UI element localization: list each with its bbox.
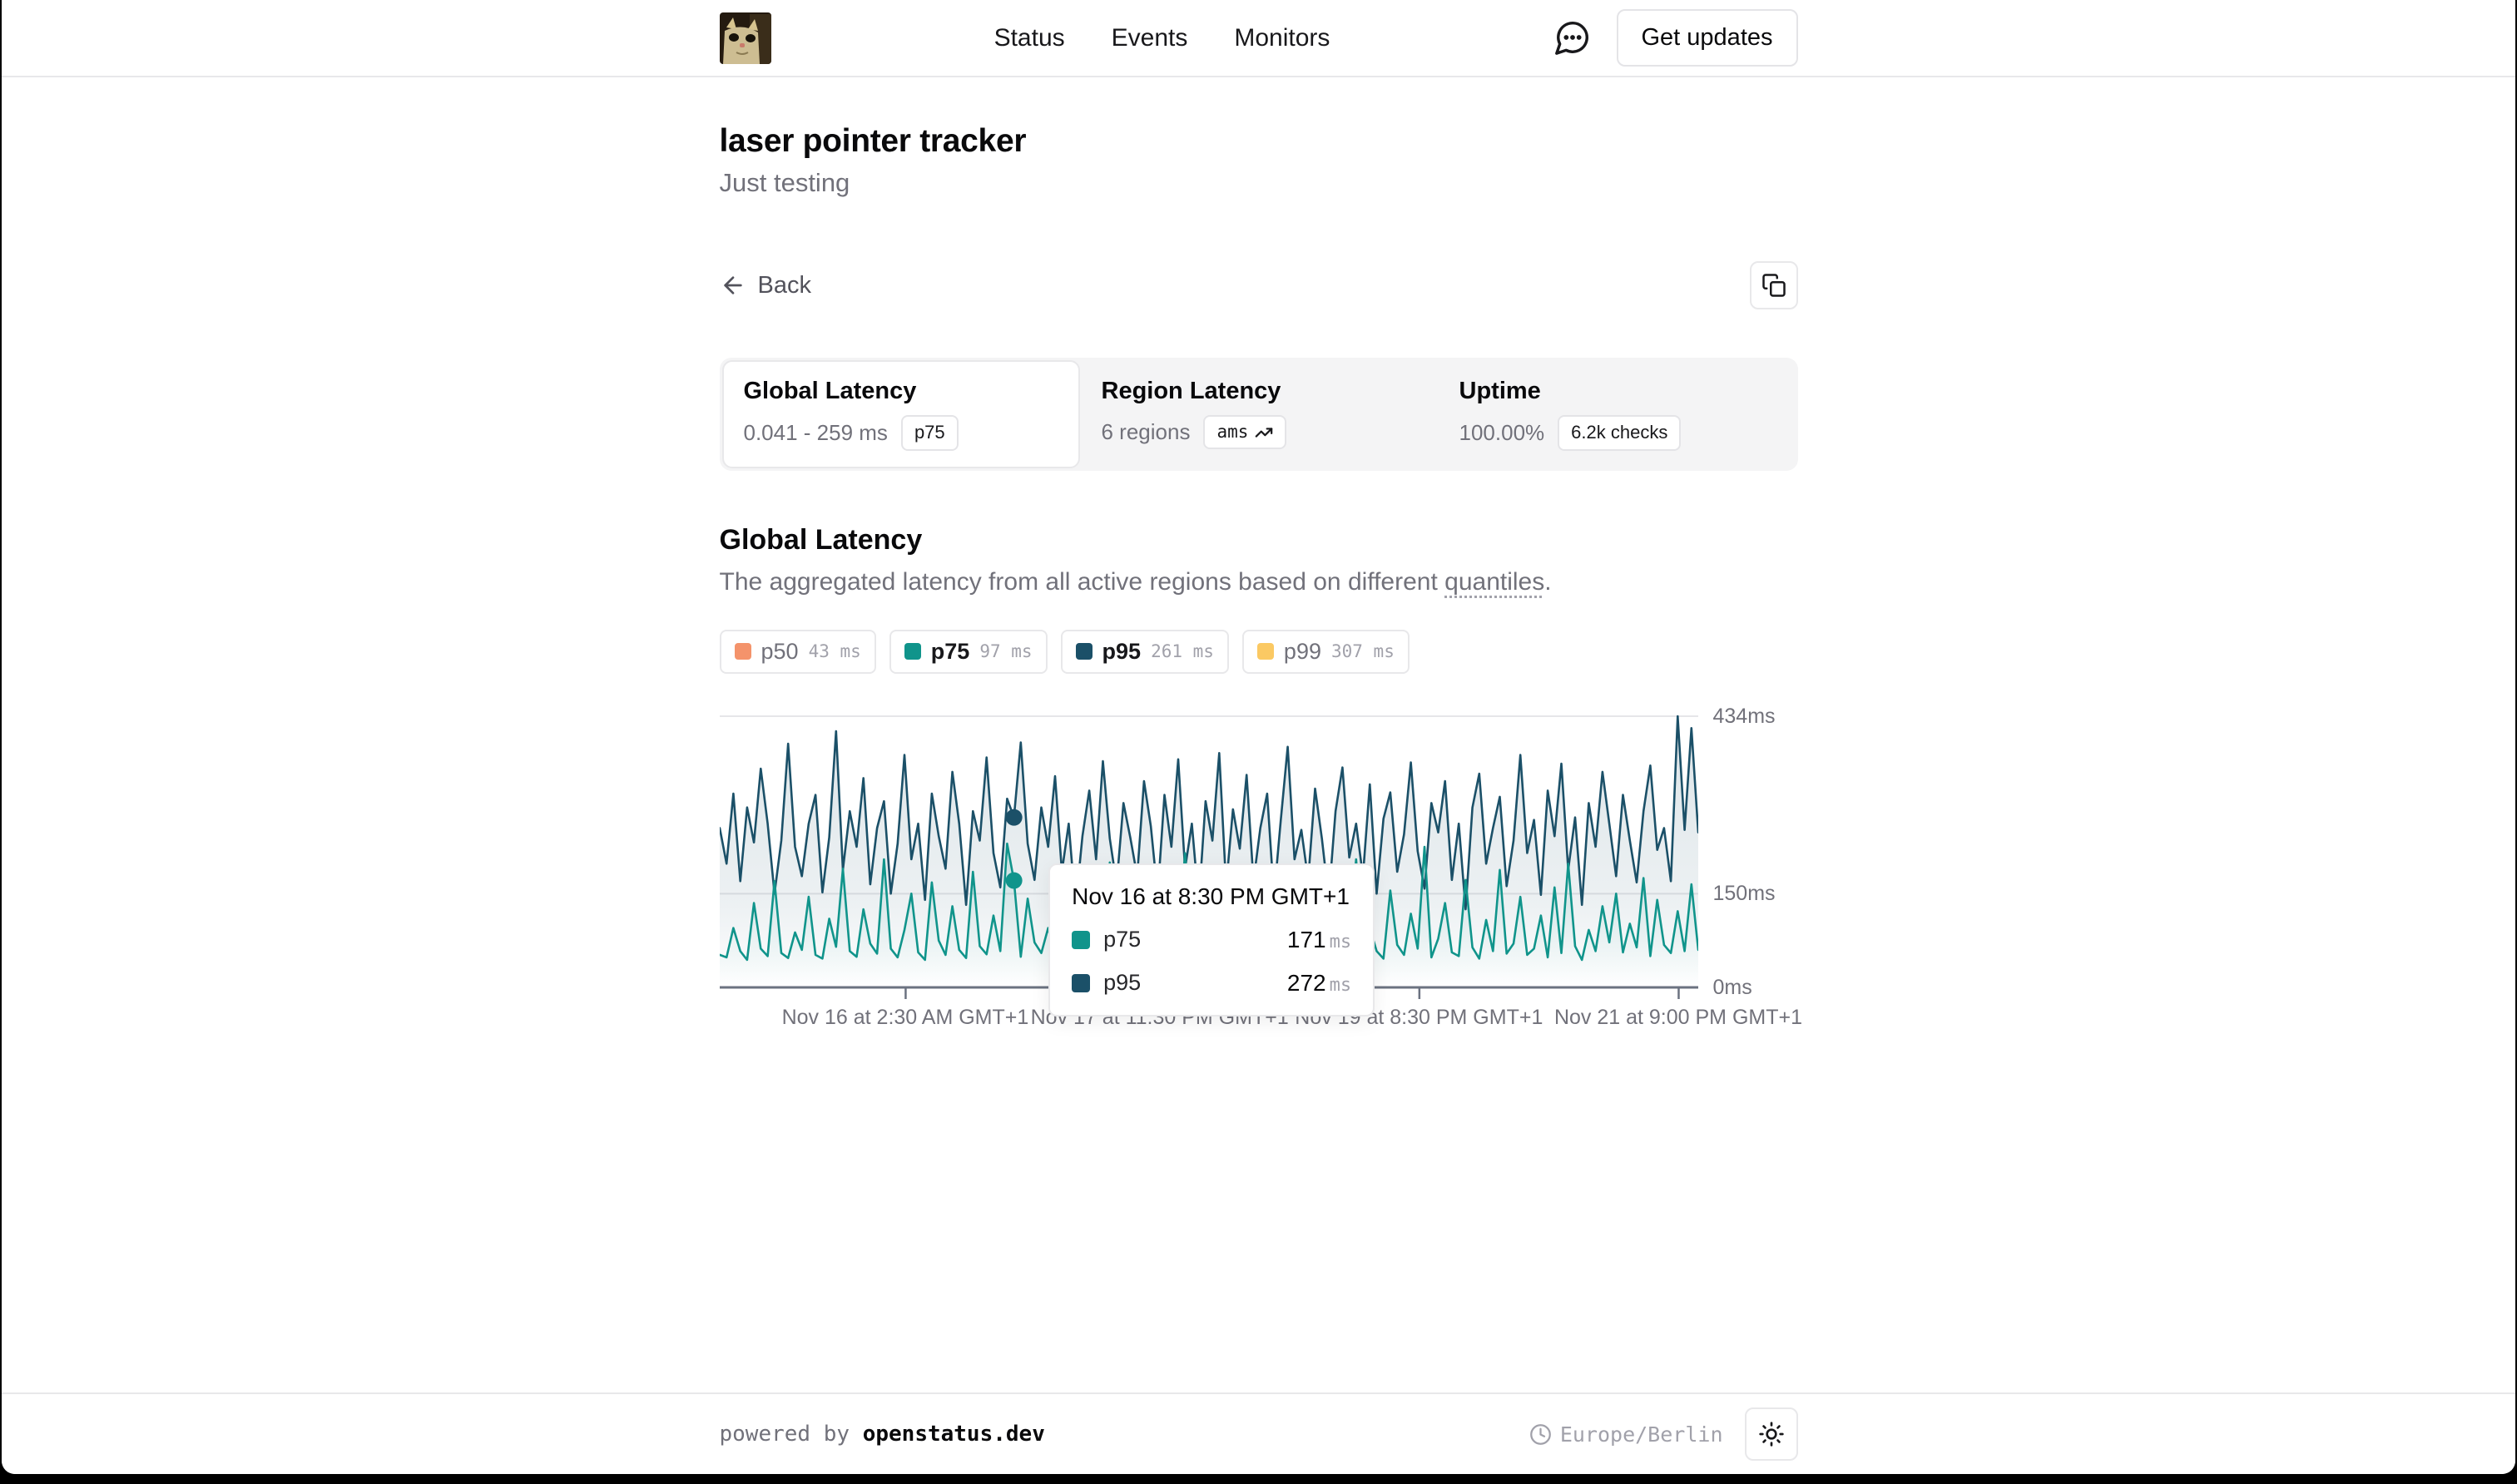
nav-link-monitors[interactable]: Monitors (1234, 24, 1330, 52)
copy-icon (1761, 273, 1786, 298)
arrow-left-icon (720, 272, 746, 299)
tooltip-row-p95: p95 272ms (1072, 970, 1351, 997)
legend-item-p50[interactable]: p50 43 ms (720, 630, 876, 674)
region-chip[interactable]: ams (1203, 415, 1286, 449)
x-axis-label: Nov 16 at 2:30 AM GMT+1 (782, 1006, 1029, 1030)
feedback-button[interactable] (1553, 18, 1592, 57)
timezone-display: Europe/Berlin (1529, 1422, 1723, 1447)
legend-item-p99[interactable]: p99 307 ms (1242, 630, 1410, 674)
tooltip-p75-swatch (1072, 931, 1090, 949)
card-title: Region Latency (1102, 378, 1416, 405)
get-updates-button[interactable]: Get updates (1617, 9, 1798, 67)
nav-link-status[interactable]: Status (994, 24, 1065, 52)
top-nav: Status Events Monitors Get updates (2, 0, 2515, 77)
y-axis-label: 0ms (1713, 975, 1752, 1000)
x-axis-label: Nov 21 at 9:00 PM GMT+1 (1554, 1006, 1802, 1030)
legend-item-p75[interactable]: p75 97 ms (889, 630, 1048, 674)
p75-swatch (904, 643, 921, 660)
p95-swatch (1076, 643, 1093, 660)
quantile-chip[interactable]: p75 (901, 415, 959, 451)
summary-tabs: Global Latency 0.041 - 259 ms p75 Region… (720, 358, 1798, 471)
cat-logo-image (720, 12, 771, 64)
tab-uptime[interactable]: Uptime 100.00% 6.2k checks (1438, 360, 1796, 468)
quantiles-link[interactable]: quantiles (1444, 568, 1544, 596)
card-value: 0.041 - 259 ms (744, 420, 888, 446)
nav-link-events[interactable]: Events (1112, 24, 1188, 52)
tab-global-latency[interactable]: Global Latency 0.041 - 259 ms p75 (722, 360, 1080, 468)
tooltip-row-p75: p75 171ms (1072, 927, 1351, 953)
card-value: 6 regions (1102, 419, 1191, 445)
latency-chart[interactable]: 434ms 150ms 0ms Nov 16 at 2:30 AM GMT+1 Nov… (720, 685, 1798, 1039)
section-title: Global Latency (720, 524, 1798, 556)
p99-swatch (1257, 643, 1274, 660)
card-title: Global Latency (744, 378, 1058, 405)
page-subtitle: Just testing (720, 168, 1798, 198)
nav-links: Status Events Monitors (771, 24, 1553, 52)
message-bubble-icon (1553, 18, 1592, 57)
legend-item-p95[interactable]: p95 261 ms (1061, 630, 1229, 674)
clock-icon (1529, 1423, 1552, 1446)
copy-link-button[interactable] (1750, 261, 1798, 309)
site-logo[interactable] (720, 12, 771, 64)
card-title: Uptime (1459, 378, 1774, 405)
checks-chip[interactable]: 6.2k checks (1558, 415, 1681, 451)
chart-legend: p50 43 ms p75 97 ms p95 261 ms p99 307 m… (720, 630, 1798, 674)
hover-dot-p95 (1005, 809, 1022, 825)
y-axis-label: 150ms (1713, 881, 1776, 906)
hover-dot-p75 (1005, 872, 1022, 888)
chart-tooltip: Nov 16 at 8:30 PM GMT+1 p75 171ms p95 (1048, 863, 1375, 1017)
tooltip-p95-swatch (1072, 974, 1090, 992)
back-label: Back (758, 272, 811, 299)
section-description: The aggregated latency from all active r… (720, 568, 1798, 596)
trending-up-icon (1255, 423, 1273, 442)
tab-region-latency[interactable]: Region Latency 6 regions ams (1080, 360, 1438, 468)
p50-swatch (735, 643, 751, 660)
back-link[interactable]: Back (720, 272, 811, 299)
page-footer: powered by openstatus.dev Europe/Berlin (2, 1392, 2515, 1474)
powered-by-link[interactable]: powered by openstatus.dev (720, 1422, 1045, 1447)
tooltip-title: Nov 16 at 8:30 PM GMT+1 (1072, 883, 1351, 910)
card-value: 100.00% (1459, 420, 1545, 446)
theme-toggle-button[interactable] (1745, 1407, 1798, 1461)
sun-icon (1758, 1421, 1785, 1447)
status-page: Status Events Monitors Get updates la (2, 0, 2515, 1474)
page-title: laser pointer tracker (720, 123, 1798, 160)
y-axis-label: 434ms (1713, 704, 1776, 729)
